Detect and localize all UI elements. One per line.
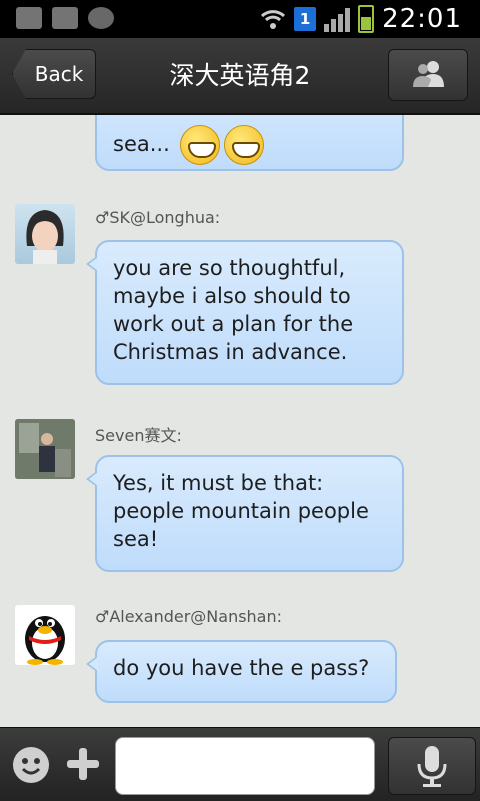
- mail-icon: [16, 7, 42, 29]
- wechat-icon: [88, 7, 114, 29]
- battery-icon: [358, 5, 375, 33]
- status-bar: 1 22:01: [0, 0, 480, 38]
- message-bubble[interactable]: do you have the e pass?: [86, 640, 397, 703]
- avatar[interactable]: [15, 204, 75, 264]
- voice-button[interactable]: [388, 737, 476, 795]
- chat-title: 深大英语角2: [169, 61, 311, 90]
- wifi-icon: [260, 7, 286, 31]
- back-button[interactable]: Back: [12, 49, 96, 99]
- members-button[interactable]: [388, 49, 468, 101]
- sender-name: Seven赛文:: [95, 426, 182, 445]
- sender-name: ♂SK@Longhua:: [95, 208, 221, 227]
- sender-name: ♂Alexander@Nanshan:: [95, 607, 283, 626]
- avatar[interactable]: [15, 419, 75, 479]
- emoji-button[interactable]: [13, 747, 49, 783]
- smiley-icon: [21, 758, 41, 775]
- microphone-icon: [417, 746, 447, 787]
- message-text: sea...: [113, 132, 170, 156]
- avatar[interactable]: [15, 605, 75, 665]
- notification-badge: 1: [294, 7, 317, 31]
- plus-button[interactable]: [65, 746, 101, 782]
- message-text: you are so thoughtful, maybe i also shou…: [113, 256, 354, 364]
- chat-area[interactable]: sea... ♂SK@Longhua: you are so thoughtfu…: [0, 115, 480, 727]
- signal-icon: [324, 6, 351, 32]
- app-icon: [52, 7, 78, 29]
- message-bubble[interactable]: Yes, it must be that: people mountain pe…: [86, 455, 404, 572]
- message-text: do you have the e pass?: [113, 656, 370, 680]
- title-bar: Back 深大英语角2: [0, 38, 480, 115]
- grinning-face-icon: [224, 125, 265, 165]
- message-bubble[interactable]: sea...: [95, 115, 404, 171]
- message-input[interactable]: [115, 737, 375, 795]
- group-members-icon: [411, 59, 445, 91]
- notification-icons: [16, 7, 114, 29]
- message-bubble[interactable]: you are so thoughtful, maybe i also shou…: [86, 240, 404, 385]
- clock: 22:01: [382, 4, 462, 34]
- grinning-face-icon: [180, 125, 221, 165]
- message-text: Yes, it must be that: people mountain pe…: [113, 471, 369, 551]
- input-bar: [0, 727, 480, 801]
